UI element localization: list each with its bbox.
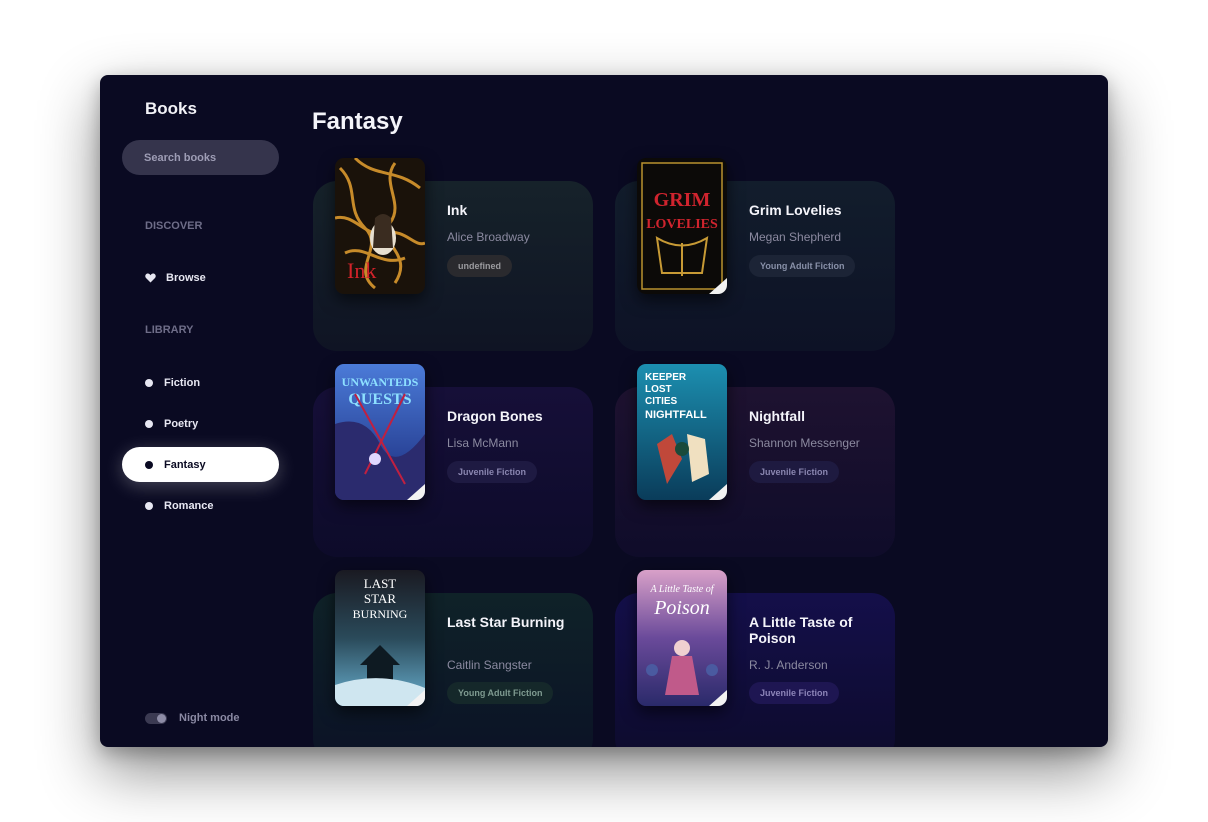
svg-text:GRIM: GRIM (654, 189, 711, 211)
book-title: Nightfall (749, 408, 805, 424)
book-cover-art: UNWANTEDS QUESTS (335, 364, 425, 500)
book-cover-art: KEEPER LOST CITIES NIGHTFALL (637, 364, 727, 500)
library-section-label: LIBRARY (145, 324, 194, 336)
night-mode-control[interactable]: Night mode (145, 712, 240, 724)
genre-tag: Young Adult Fiction (447, 682, 554, 704)
genre-tag: Juvenile Fiction (447, 461, 538, 483)
genre-tag: Juvenile Fiction (749, 682, 840, 704)
sidebar-item-label: Fiction (164, 376, 201, 389)
svg-text:CITIES: CITIES (645, 396, 678, 407)
heart-icon (145, 273, 156, 282)
night-mode-label: Night mode (179, 712, 240, 724)
svg-text:LOVELIES: LOVELIES (646, 217, 718, 232)
sidebar-item-fantasy[interactable]: Fantasy (122, 447, 279, 482)
book-title: Dragon Bones (447, 408, 543, 424)
book-author: Alice Broadway (447, 230, 530, 244)
book-cover-art: Ink (335, 158, 425, 294)
book-cover-art: GRIM LOVELIES (637, 158, 727, 294)
book-title: Grim Lovelies (749, 202, 842, 218)
book-author: Shannon Messenger (749, 436, 860, 450)
book-title: A Little Taste of Poison (749, 614, 853, 646)
genre-tag: undefined (447, 255, 512, 277)
svg-text:LOST: LOST (645, 384, 672, 395)
svg-text:STAR: STAR (364, 591, 397, 606)
discover-section-label: DISCOVER (145, 220, 203, 232)
app-window: Books DISCOVER Browse LIBRARY Fiction Po… (100, 75, 1108, 747)
book-title: Last Star Burning (447, 614, 565, 630)
sidebar-item-label: Romance (164, 499, 214, 512)
bullet-icon (145, 501, 153, 510)
book-cover[interactable]: A Little Taste of Poison (637, 570, 727, 706)
sidebar-item-poetry[interactable]: Poetry (122, 406, 279, 441)
bullet-icon (145, 460, 153, 469)
book-cover[interactable]: LAST STAR BURNING (335, 570, 425, 706)
svg-text:Poison: Poison (653, 597, 710, 619)
book-author: R. J. Anderson (749, 658, 828, 672)
svg-text:LAST: LAST (364, 576, 397, 591)
book-cover[interactable]: UNWANTEDS QUESTS (335, 364, 425, 500)
sidebar-item-label: Browse (166, 271, 206, 284)
book-cover[interactable]: GRIM LOVELIES (637, 158, 727, 294)
bullet-icon (145, 378, 153, 387)
svg-text:UNWANTEDS: UNWANTEDS (342, 375, 419, 389)
svg-text:BURNING: BURNING (353, 607, 408, 621)
book-author: Lisa McMann (447, 436, 519, 450)
svg-text:KEEPER: KEEPER (645, 372, 687, 383)
sidebar-item-fiction[interactable]: Fiction (122, 365, 279, 400)
page-title: Fantasy (312, 108, 403, 135)
svg-text:A Little Taste of: A Little Taste of (649, 584, 714, 595)
cover-title: Ink (347, 258, 376, 283)
book-cover[interactable]: KEEPER LOST CITIES NIGHTFALL (637, 364, 727, 500)
book-author: Caitlin Sangster (447, 658, 532, 672)
app-brand: Books (145, 99, 197, 118)
sidebar-item-label: Poetry (164, 417, 199, 430)
sidebar-item-browse[interactable]: Browse (122, 260, 279, 295)
toggle-knob (157, 713, 166, 723)
night-mode-toggle[interactable] (145, 712, 167, 724)
book-cover-art: A Little Taste of Poison (637, 570, 727, 706)
book-author: Megan Shepherd (749, 230, 842, 244)
genre-tag: Young Adult Fiction (749, 255, 856, 277)
book-cover[interactable]: Ink (335, 158, 425, 294)
book-title: Ink (447, 202, 468, 218)
search-input[interactable] (122, 140, 279, 175)
genre-tag: Juvenile Fiction (749, 461, 840, 483)
book-cover-art: LAST STAR BURNING (335, 570, 425, 706)
bullet-icon (145, 419, 153, 428)
svg-text:NIGHTFALL: NIGHTFALL (645, 409, 707, 421)
sidebar-item-label: Fantasy (164, 458, 206, 471)
sidebar-item-romance[interactable]: Romance (122, 488, 279, 523)
